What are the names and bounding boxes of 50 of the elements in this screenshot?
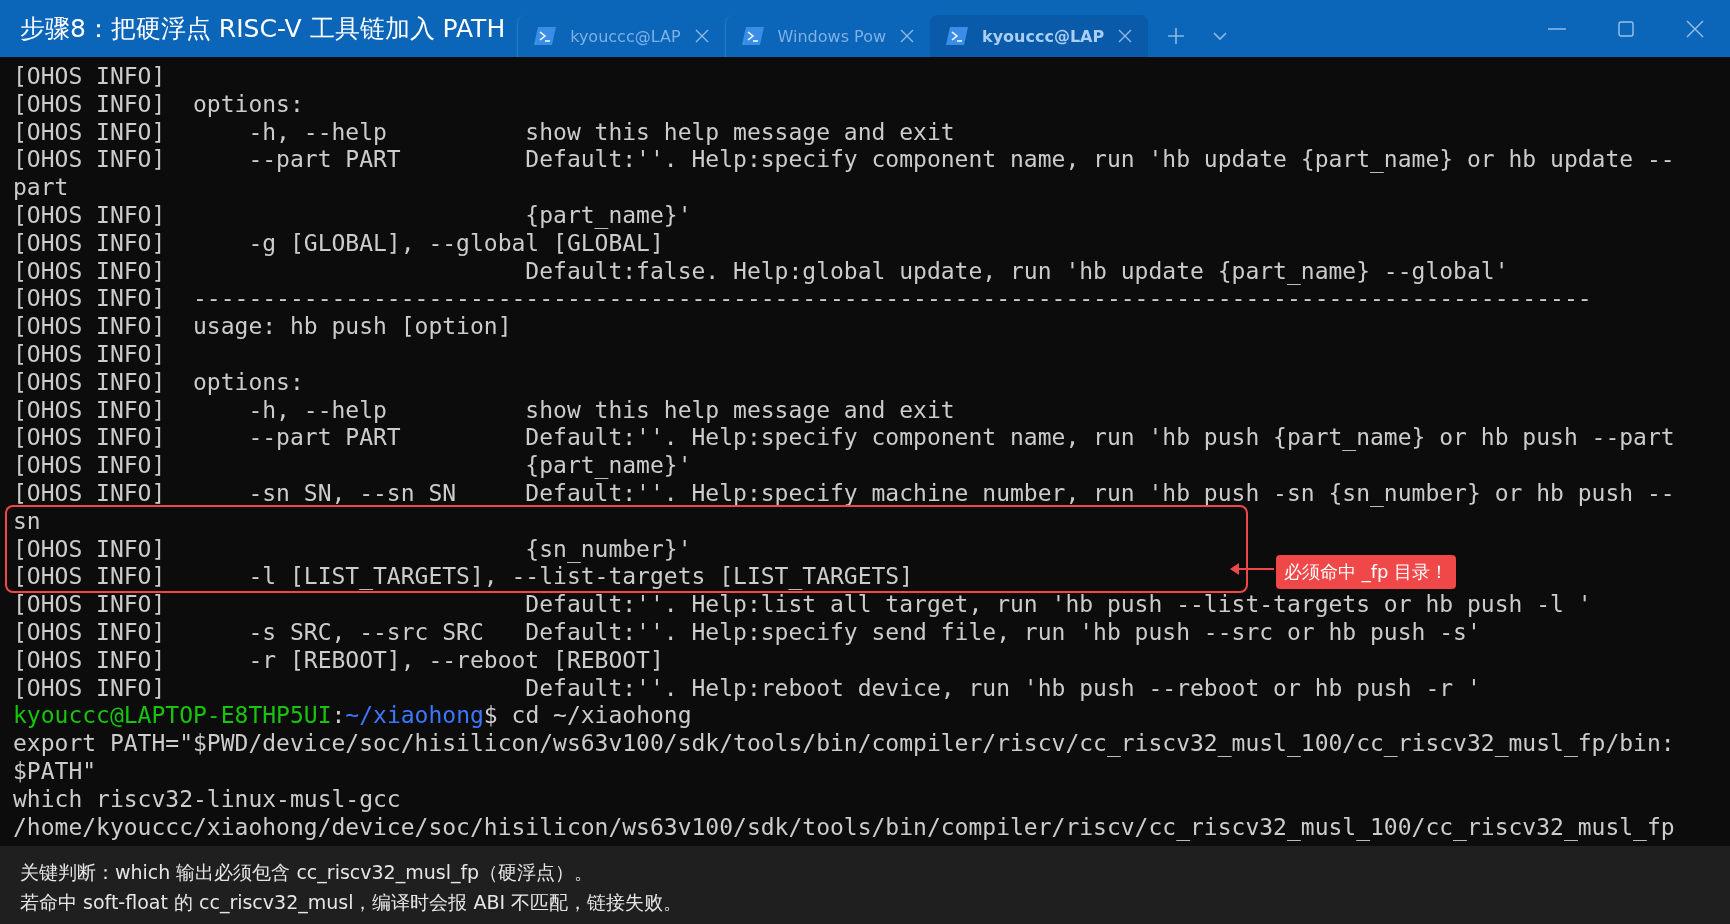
terminal-line: [OHOS INFO] -s SRC, --src SRC Default:''. Help:specify send file, run 'hb push --src or hb push -s' <box>13 618 1481 647</box>
terminal-line: sn <box>13 507 41 536</box>
terminal-line: [OHOS INFO] --part PART Default:''. Help:specify component name, run 'hb push {part_name} or hb push --part <box>13 424 1675 453</box>
caption-text: 若命中 soft-float 的 cc_riscv32_musl，编译时会报 ABI 不匹配，链接失败。 <box>20 890 683 916</box>
terminal-line: [OHOS INFO] <box>13 340 166 369</box>
terminal-icon <box>946 27 968 45</box>
prompt-command: $ cd ~/xiaohong <box>483 702 692 729</box>
minimize-icon[interactable] <box>1548 27 1566 30</box>
terminal-line: [OHOS INFO] Default:false. Help:global update, run 'hb update {part_name} --global' <box>13 257 1509 286</box>
terminal-line: [OHOS INFO] usage: hb push [option] <box>13 313 512 341</box>
annotation-label: 必须命中 _fp 目录！ <box>1276 555 1457 589</box>
terminal-line: export PATH="$PWD/device/soc/hisilicon/ws63v100/sdk/tools/bin/compiler/riscv/cc_riscv32_musl_100/cc_riscv32_musl_fp/bin: <box>13 730 1675 758</box>
window-title: 步骤8：把硬浮点 RISC-V 工具链加入 PATH <box>20 12 506 45</box>
terminal-icon <box>534 27 557 45</box>
close-icon[interactable] <box>900 29 914 43</box>
terminal-line: [OHOS INFO] Default:''. Help:reboot device, run 'hb push --reboot or hb push -r ' <box>13 674 1481 703</box>
terminal-line: [OHOS INFO] -l [LIST_TARGETS], --list-targets [LIST_TARGETS] <box>13 563 914 592</box>
terminal-line: $PATH" <box>13 757 97 786</box>
terminal-line: which riscv32-linux-musl-gcc <box>13 785 401 814</box>
close-icon[interactable] <box>1686 19 1704 38</box>
terminal-line: [OHOS INFO] -h, --help show this help message and exit <box>13 118 955 147</box>
tab[interactable]: Windows Pow <box>724 15 930 57</box>
terminal-line: [OHOS INFO] ----------------------------------------------------------------------------------------------------- <box>13 285 1592 314</box>
new-tab-icon[interactable] <box>1166 26 1187 46</box>
terminal-icon <box>741 27 764 45</box>
terminal-line: part <box>13 174 69 202</box>
terminal-line: [OHOS INFO] options: <box>13 368 304 397</box>
caption-text: 关键判断：which 输出必须包含 cc_riscv32_musl_fp（硬浮点）。 <box>20 860 594 886</box>
tab[interactable]: kyouccc@LAP <box>517 15 725 57</box>
close-icon[interactable] <box>1118 29 1133 43</box>
terminal-line: [OHOS INFO] -h, --help show this help message and exit <box>13 396 955 425</box>
terminal-line: [OHOS INFO] -g [GLOBAL], --global [GLOBAL] <box>13 229 664 258</box>
terminal-line: [OHOS INFO] -r [REBOOT], --reboot [REBOOT] <box>13 646 664 675</box>
prompt-user: kyouccc@LAPTOP-E8THP5UI <box>13 702 332 729</box>
terminal-line: [OHOS INFO] {part_name}' <box>13 452 692 480</box>
terminal-line: [OHOS INFO] {part_name}' <box>13 202 692 230</box>
terminal-line: [OHOS INFO] options: <box>13 90 304 119</box>
terminal-line: [OHOS INFO] {sn_number}' <box>13 535 692 564</box>
terminal-line: [OHOS INFO] --part PART Default:''. Help:specify component name, run 'hb update {part_name} or hb update -- <box>13 146 1675 175</box>
terminal-line: /home/kyouccc/xiaohong/device/soc/hisilicon/ws63v100/sdk/tools/bin/compiler/riscv/cc_riscv32_musl_100/cc_riscv32_musl_fp <box>13 813 1675 842</box>
prompt-path: ~/xiaohong <box>345 702 484 729</box>
leader-arrow <box>1230 561 1274 577</box>
prompt-separator: : <box>331 702 346 729</box>
maximize-icon[interactable] <box>1618 20 1634 37</box>
close-icon[interactable] <box>694 29 709 43</box>
terminal-line: [OHOS INFO] -sn SN, --sn SN Default:''. Help:specify machine number, run 'hb push -sn {sn_number} or hb push -- <box>13 479 1675 508</box>
tab[interactable]: kyouccc@LAP <box>930 15 1149 57</box>
dropdown-caret-icon[interactable] <box>1212 31 1229 41</box>
terminal-line: [OHOS INFO] Default:''. Help:list all target, run 'hb push --list-targets or hb push -l ' <box>13 591 1592 619</box>
terminal-line: [OHOS INFO] <box>13 63 166 91</box>
